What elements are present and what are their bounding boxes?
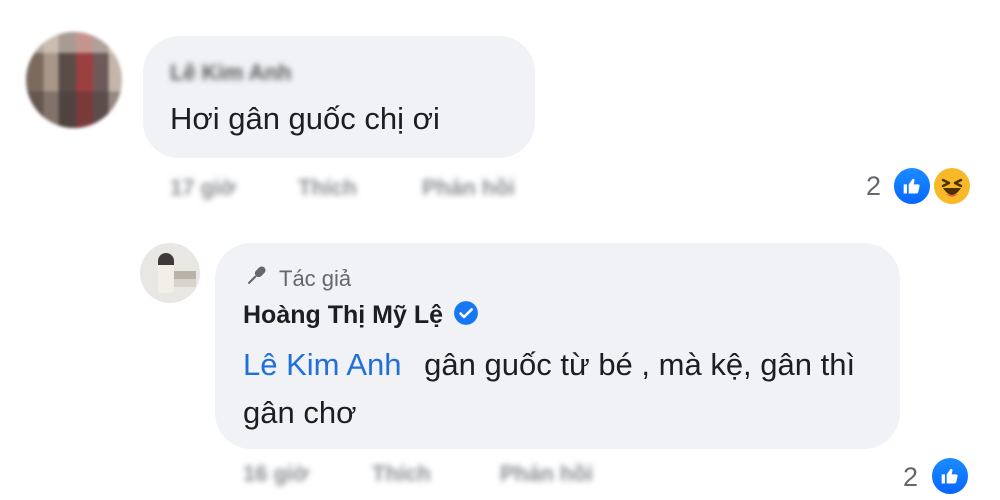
commenter-avatar[interactable] [26, 32, 122, 128]
reply-author-name[interactable]: Hoàng Thị Mỹ Lệ [243, 301, 443, 330]
comment-reaction-count[interactable]: 2 [866, 171, 881, 202]
comment-timestamp[interactable]: 17 giờ [170, 175, 236, 201]
microphone-icon [243, 263, 269, 294]
commenter-name[interactable]: Lê Kim Anh [170, 60, 291, 86]
reply-reply-link[interactable]: Phản hồi [500, 461, 593, 487]
avatar-figure [158, 253, 174, 293]
like-icon[interactable] [892, 166, 932, 206]
reply-timestamp[interactable]: 16 giờ [243, 461, 309, 487]
reply-like-link[interactable]: Thích [372, 461, 431, 487]
like-icon[interactable] [930, 456, 970, 496]
author-avatar[interactable] [140, 243, 200, 303]
author-badge: Tác giả [243, 263, 351, 294]
comment-reply-link[interactable]: Phản hồi [422, 175, 515, 201]
author-badge-label: Tác giả [279, 265, 352, 291]
comment-bubble [143, 36, 535, 158]
avatar-background [174, 271, 196, 287]
reply-reaction-count[interactable]: 2 [903, 462, 918, 493]
verified-badge-icon [453, 300, 479, 331]
reply-author: Hoàng Thị Mỹ Lệ [243, 300, 479, 331]
haha-icon[interactable] [932, 166, 972, 206]
comment-like-link[interactable]: Thích [298, 175, 357, 201]
comment-text: Hơi gân guốc chị ơi [170, 101, 440, 136]
reply-text: Lê Kim Anh gân guốc từ bé , mà kệ, gân t… [243, 341, 883, 437]
mention-link[interactable]: Lê Kim Anh [243, 347, 402, 382]
